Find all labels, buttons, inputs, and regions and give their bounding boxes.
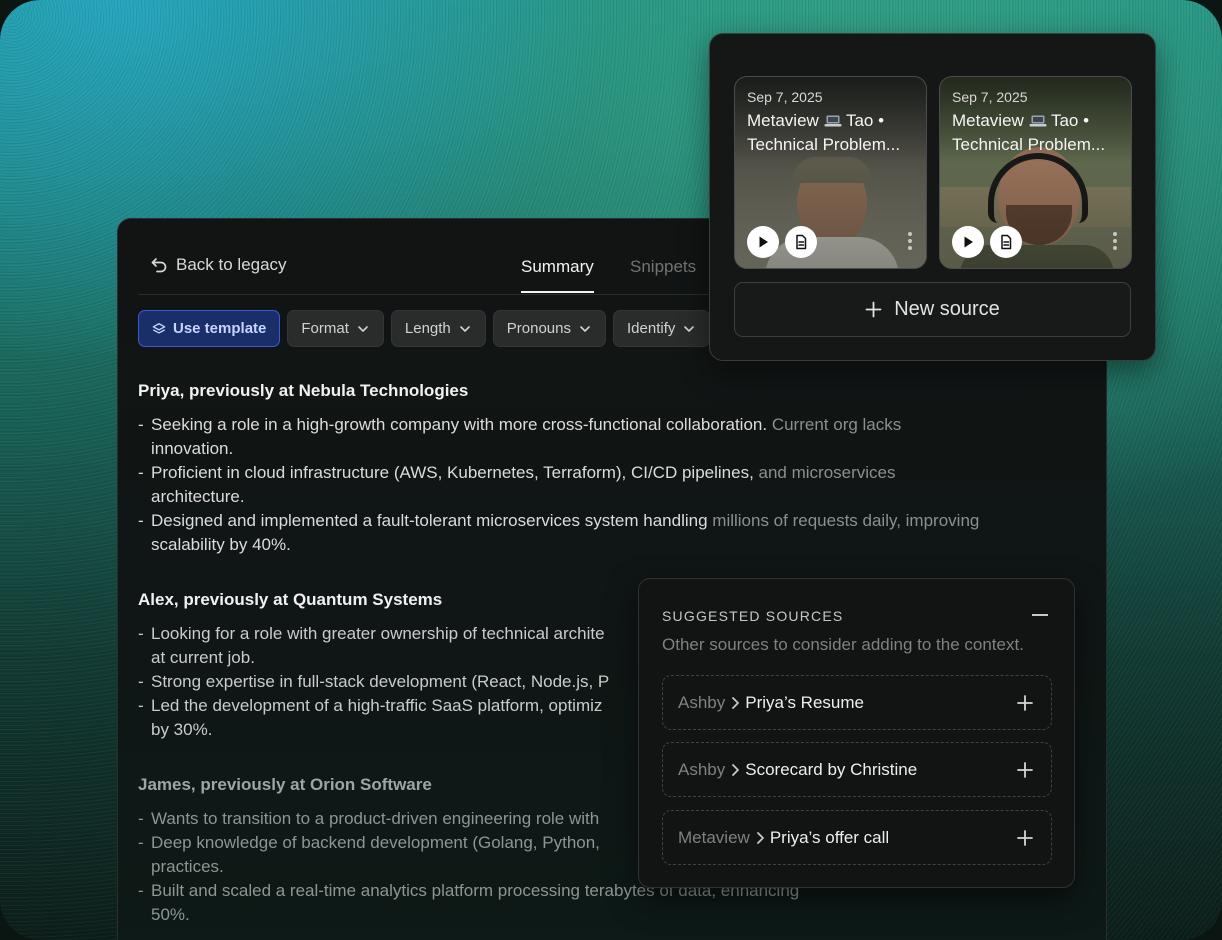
bullet-text: Looking for a role with greater ownershi… <box>151 624 605 643</box>
bullet-text-faded: Current org lacks <box>771 415 902 434</box>
layers-icon <box>152 322 166 334</box>
undo-arrow-icon <box>151 258 167 273</box>
source-system: Metaview <box>678 827 750 847</box>
bullet-text: Designed and implemented a fault-toleran… <box>151 511 713 530</box>
candidate-heading: Priya, previously at Nebula Technologies <box>138 381 469 400</box>
document-icon <box>1001 234 1012 250</box>
suggested-sources-title: SUGGESTED SOURCES <box>662 608 844 624</box>
video-source-card[interactable]: Sep 7, 2025 Metaview Tao • Technical Pro… <box>939 76 1132 269</box>
chevron-right-icon <box>732 763 740 776</box>
candidate-bullets: Seeking a role in a high-growth company … <box>138 413 1058 557</box>
bullet-text: Strong expertise in full-stack developme… <box>151 672 610 691</box>
bullet-text-cont: scalability by 40%. <box>151 535 291 554</box>
bullet-item: Seeking a role in a high-growth company … <box>138 413 1058 461</box>
suggested-sources-subtitle: Other sources to consider adding to the … <box>662 635 1024 654</box>
bullet-text: Led the development of a high-traffic Sa… <box>151 696 603 715</box>
plus-icon <box>865 301 882 318</box>
chevron-down-icon <box>358 325 368 332</box>
length-dropdown[interactable]: Length <box>390 310 486 347</box>
video-title-line2: Technical Problem... <box>747 135 901 154</box>
chevron-down-icon <box>459 325 470 332</box>
more-options-icon[interactable] <box>908 232 912 250</box>
play-icon <box>759 236 768 248</box>
bullet-item: Proficient in cloud infrastructure (AWS,… <box>138 461 1058 509</box>
collapse-icon[interactable] <box>1032 614 1048 616</box>
bullet-text-cont: by 30%. <box>151 720 213 739</box>
bullet-text-cont: architecture. <box>151 487 245 506</box>
transcript-button[interactable] <box>990 226 1022 258</box>
bullet-text-cont: 50%. <box>151 905 190 924</box>
suggested-sources-panel: SUGGESTED SOURCES Other sources to consi… <box>638 578 1075 888</box>
summary-toolbar: Use template Format Length Pronouns Iden… <box>138 310 711 347</box>
chevron-down-icon <box>580 325 590 332</box>
bullet-text: Wants to transition to a product-driven … <box>151 809 600 828</box>
candidate-section: Priya, previously at Nebula Technologies… <box>138 379 1058 557</box>
suggested-source-item[interactable]: Metaview Priya’s offer call <box>662 810 1052 865</box>
video-title-suffix: Tao • <box>1050 111 1090 130</box>
play-button[interactable] <box>952 226 984 258</box>
background: Back to legacy Summary Snippets Use temp… <box>0 0 1222 940</box>
back-to-legacy-label: Back to legacy <box>176 255 287 274</box>
use-template-label: Use template <box>173 320 267 337</box>
more-options-icon[interactable] <box>1113 232 1117 250</box>
chevron-right-icon <box>732 696 740 709</box>
play-button[interactable] <box>747 226 779 258</box>
bullet-text: Seeking a role in a high-growth company … <box>151 415 772 434</box>
add-icon[interactable] <box>1017 830 1033 846</box>
length-label: Length <box>404 320 451 337</box>
bullet-text-faded: and microservices <box>758 463 896 482</box>
use-template-button[interactable]: Use template <box>138 310 281 347</box>
chevron-down-icon <box>684 325 695 332</box>
sources-panel: Sep 7, 2025 Metaview Tao • Technical Pro… <box>709 33 1156 361</box>
source-system: Ashby <box>678 759 726 779</box>
video-date: Sep 7, 2025 <box>952 89 1028 105</box>
video-title-suffix: Tao • <box>845 111 885 130</box>
bullet-text-faded: millions of requests daily, improving <box>712 511 980 530</box>
new-source-label: New source <box>894 298 1000 320</box>
video-source-card[interactable]: Sep 7, 2025 Metaview Tao • Technical Pro… <box>734 76 927 269</box>
format-label: Format <box>301 320 349 337</box>
bullet-text: Proficient in cloud infrastructure (AWS,… <box>151 463 759 482</box>
new-source-button[interactable]: New source <box>734 282 1131 337</box>
tab-snippets[interactable]: Snippets <box>630 257 696 277</box>
pronouns-dropdown[interactable]: Pronouns <box>492 310 606 347</box>
pronouns-label: Pronouns <box>506 320 571 337</box>
document-icon <box>796 234 807 250</box>
bullet-item: Designed and implemented a fault-toleran… <box>138 509 1058 557</box>
source-name: Priya’s offer call <box>769 827 890 847</box>
suggested-source-item[interactable]: Ashby Priya’s Resume <box>662 675 1052 730</box>
transcript-button[interactable] <box>785 226 817 258</box>
add-icon[interactable] <box>1017 762 1033 778</box>
bullet-text: Deep knowledge of backend development (G… <box>151 833 600 852</box>
back-to-legacy-link[interactable]: Back to legacy <box>150 255 287 275</box>
source-name: Scorecard by Christine <box>745 759 918 779</box>
play-icon <box>964 236 973 248</box>
video-title-line2: Technical Problem... <box>952 135 1106 154</box>
chevron-right-icon <box>756 831 764 844</box>
video-title-prefix: Metaview <box>952 111 1024 130</box>
video-title: Metaview Tao • Technical Problem... <box>952 109 1124 157</box>
source-system: Ashby <box>678 692 726 712</box>
tab-summary[interactable]: Summary <box>521 257 594 293</box>
laptop-icon <box>1029 115 1047 127</box>
identify-label: Identify <box>627 320 676 337</box>
video-title-prefix: Metaview <box>747 111 819 130</box>
source-name: Priya’s Resume <box>745 692 864 712</box>
video-date: Sep 7, 2025 <box>747 89 823 105</box>
suggested-source-item[interactable]: Ashby Scorecard by Christine <box>662 742 1052 797</box>
identify-dropdown[interactable]: Identify <box>613 310 711 347</box>
bullet-text-cont: at current job. <box>151 648 255 667</box>
laptop-icon <box>824 115 842 127</box>
add-icon[interactable] <box>1017 695 1033 711</box>
bullet-text-cont: innovation. <box>151 439 234 458</box>
bullet-text-cont: practices. <box>151 857 224 876</box>
video-title: Metaview Tao • Technical Problem... <box>747 109 919 157</box>
format-dropdown[interactable]: Format <box>287 310 384 347</box>
